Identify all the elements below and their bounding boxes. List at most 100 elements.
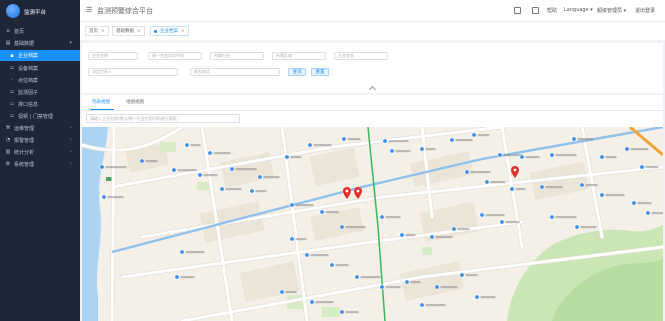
poi-icon[interactable] xyxy=(479,212,485,218)
poi-icon[interactable] xyxy=(229,166,235,172)
poi-icon[interactable] xyxy=(471,132,477,138)
poi-icon[interactable] xyxy=(354,274,360,280)
poi-icon[interactable] xyxy=(474,294,480,300)
poi-icon[interactable] xyxy=(549,214,555,220)
poi-icon[interactable] xyxy=(389,148,395,154)
poi-icon[interactable] xyxy=(631,200,637,206)
tab-enterprise-archive[interactable]: 企业档案 × xyxy=(150,26,189,36)
poi-icon[interactable] xyxy=(279,289,285,295)
reset-button[interactable]: 重置 xyxy=(311,68,329,76)
poi-icon[interactable] xyxy=(539,184,545,190)
sidebar-item-home[interactable]: ⌂ 首页 xyxy=(0,25,80,37)
poi-icon[interactable] xyxy=(339,309,345,315)
poi-icon[interactable] xyxy=(174,274,180,280)
poi-icon[interactable] xyxy=(101,194,107,200)
close-icon[interactable]: × xyxy=(137,29,141,34)
poi-icon[interactable] xyxy=(184,142,190,148)
poi-icon[interactable] xyxy=(307,142,313,148)
poi-icon[interactable] xyxy=(624,146,630,152)
sidebar-item-enterprise-archive[interactable]: ▪ 企业档案 xyxy=(0,50,80,61)
poi-icon[interactable] xyxy=(319,209,325,215)
poi-icon[interactable] xyxy=(499,219,505,225)
poi-icon[interactable] xyxy=(434,284,440,290)
poi-icon[interactable] xyxy=(379,284,385,290)
poi-icon[interactable] xyxy=(379,214,385,220)
tab-map-view[interactable]: 地图视图 xyxy=(126,99,144,105)
region-select[interactable]: 所属区域 xyxy=(272,52,326,60)
poi-icon[interactable] xyxy=(339,224,345,230)
poi-icon[interactable] xyxy=(289,236,295,242)
poi-icon[interactable] xyxy=(639,164,645,170)
close-icon[interactable]: × xyxy=(101,29,105,34)
tab-base-data[interactable]: 基础数据 × xyxy=(112,26,145,36)
sidebar-item-video-access[interactable]: ▫ 视频 | 门禁管理 xyxy=(0,110,80,122)
poi-icon[interactable] xyxy=(207,150,213,156)
poi-icon[interactable] xyxy=(429,234,435,240)
poi-icon[interactable] xyxy=(449,137,455,143)
poi-icon[interactable] xyxy=(509,186,515,192)
tab-home[interactable]: 首页 × xyxy=(85,26,109,36)
poi-icon[interactable] xyxy=(419,302,425,308)
sidebar-item-point-archive[interactable]: ◦ 点位档案 xyxy=(0,74,80,86)
poi-icon[interactable] xyxy=(99,164,105,170)
poi-icon[interactable] xyxy=(645,210,651,216)
poi-icon[interactable] xyxy=(329,262,335,268)
status-select[interactable]: 企业状态 xyxy=(334,52,388,60)
logo[interactable]: 监测平台 xyxy=(0,0,80,22)
poi-icon[interactable] xyxy=(419,146,425,152)
language-select[interactable]: Language ▾ xyxy=(564,7,593,13)
poi-icon[interactable] xyxy=(289,202,295,208)
map-search-input[interactable]: 请输入企业名称/地址/统一社会信用代码进行搜索 xyxy=(86,114,240,123)
sidebar-item-system[interactable]: ⚙ 系统管理 › xyxy=(0,158,80,170)
poi-icon[interactable] xyxy=(549,152,555,158)
tab-list-view[interactable]: 列表视图 xyxy=(92,99,110,105)
sidebar-item-factor[interactable]: ▫ 监测因子 xyxy=(0,86,80,98)
phone-input[interactable]: 联系电话 xyxy=(190,68,280,76)
industry-select[interactable]: 所属行业 xyxy=(210,52,264,60)
poi-icon[interactable] xyxy=(451,226,457,232)
poi-icon[interactable] xyxy=(484,179,490,185)
poi-icon[interactable] xyxy=(574,224,580,230)
help-link[interactable]: 帮助 xyxy=(547,7,557,14)
sidebar-item-alarm[interactable]: ◔ 报警管理 › xyxy=(0,134,80,146)
enterprise-name-input[interactable]: 企业名称 xyxy=(88,52,138,60)
poi-icon[interactable] xyxy=(284,154,290,160)
poi-icon[interactable] xyxy=(571,136,577,142)
poi-icon[interactable] xyxy=(599,192,605,198)
user-menu[interactable]: 超级管理员 ▾ xyxy=(597,7,626,14)
fullscreen-icon[interactable] xyxy=(532,7,539,14)
sidebar-item-statistics[interactable]: ▥ 统计分析 › xyxy=(0,146,80,158)
poi-icon[interactable] xyxy=(304,252,310,258)
sidebar-item-base-data[interactable]: ▤ 基础数据 ▾ xyxy=(0,37,80,49)
poi-icon[interactable] xyxy=(599,154,605,160)
calendar-icon[interactable] xyxy=(514,7,521,14)
poi-icon[interactable] xyxy=(399,232,405,238)
poi-icon[interactable] xyxy=(497,152,503,158)
sidebar-item-device-archive[interactable]: ▫ 设备档案 xyxy=(0,62,80,74)
poi-icon[interactable] xyxy=(579,182,585,188)
poi-icon[interactable] xyxy=(464,169,470,175)
poi-icon[interactable] xyxy=(197,172,203,178)
poi-icon[interactable] xyxy=(341,136,347,142)
logout-link[interactable]: 退出登录 xyxy=(635,7,655,14)
poi-icon[interactable] xyxy=(249,188,255,194)
sidebar-item-outlet[interactable]: ▫ 排口信息 xyxy=(0,98,80,110)
map-canvas[interactable] xyxy=(82,127,663,321)
poi-icon[interactable] xyxy=(171,167,177,173)
poi-icon[interactable] xyxy=(309,299,315,305)
poi-icon[interactable] xyxy=(519,154,525,160)
close-icon[interactable]: × xyxy=(181,29,185,34)
poi-icon[interactable] xyxy=(179,249,185,255)
collapse-icon[interactable] xyxy=(368,85,377,94)
poi-icon[interactable] xyxy=(459,272,465,278)
search-button[interactable]: 查询 xyxy=(288,68,306,76)
sidebar-item-operations[interactable]: ⚒ 运维管理 › xyxy=(0,122,80,134)
credit-code-input[interactable]: 统一社会信用代码 xyxy=(148,52,202,60)
poi-icon[interactable] xyxy=(404,279,410,285)
poi-icon[interactable] xyxy=(139,158,145,164)
poi-icon[interactable] xyxy=(382,138,388,144)
legal-person-input[interactable]: 法定代表人 xyxy=(88,68,178,76)
poi-icon[interactable] xyxy=(219,186,225,192)
hamburger-icon[interactable]: ☰ xyxy=(86,6,92,14)
map-svg[interactable] xyxy=(82,127,663,321)
